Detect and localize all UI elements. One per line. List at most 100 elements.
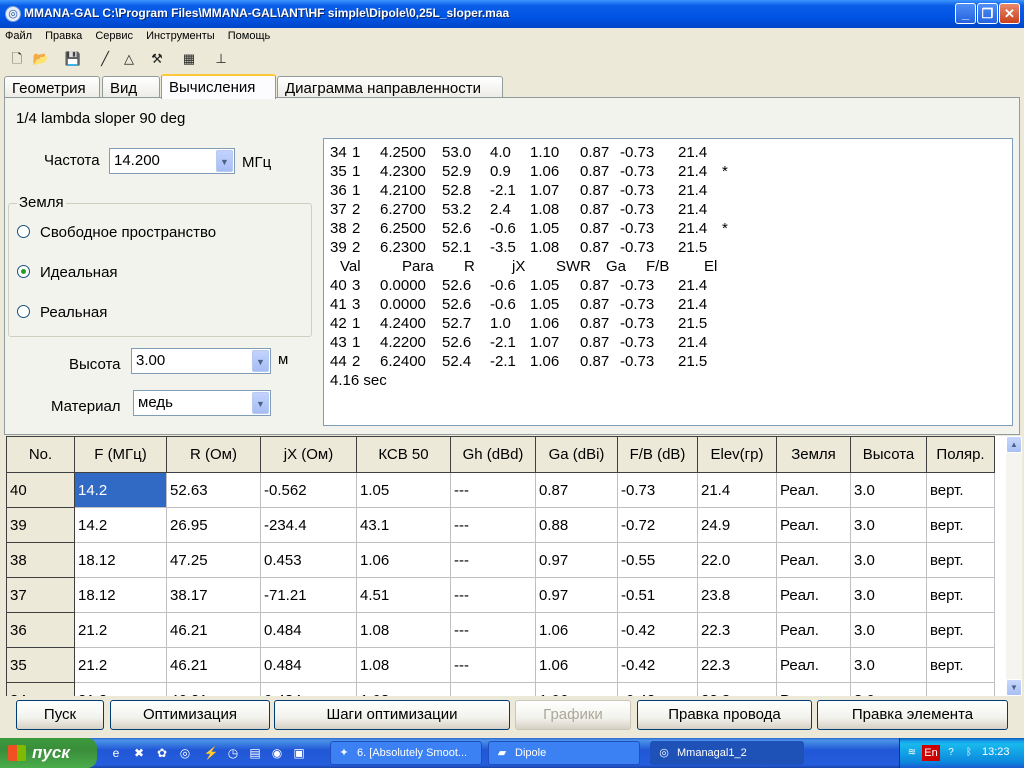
table-cell[interactable]: верт. — [926, 682, 995, 696]
table-cell[interactable]: 0.484 — [260, 682, 357, 696]
scroll-up-icon[interactable]: ▲ — [1006, 436, 1022, 453]
table-cell[interactable]: 3.0 — [850, 612, 927, 648]
graphs-button[interactable]: Графики — [515, 700, 631, 730]
column-header[interactable]: Gh (dBd) — [450, 436, 536, 473]
network-tray-icon[interactable]: ≋ — [905, 746, 919, 760]
table-cell[interactable]: 46.21 — [166, 682, 261, 696]
menu-tools[interactable]: Инструменты — [141, 28, 220, 44]
optimization-steps-button[interactable]: Шаги оптимизации — [274, 700, 510, 730]
table-cell[interactable]: 0.88 — [535, 507, 618, 543]
menu-file[interactable]: Файл — [0, 28, 37, 44]
table-row[interactable]: 3421.246.210.4841.08---1.06-0.4222.3Реал… — [6, 682, 995, 696]
table-cell[interactable]: Реал. — [776, 647, 851, 683]
table-cell[interactable]: Реал. — [776, 612, 851, 648]
clock-app-icon[interactable]: ◷ — [225, 745, 241, 761]
save-icon[interactable]: 💾 — [64, 50, 82, 68]
row-number-cell[interactable]: 38 — [6, 542, 75, 578]
msn-icon[interactable]: ✿ — [154, 745, 170, 761]
table-cell[interactable]: 3.0 — [850, 682, 927, 696]
table-cell[interactable]: 0.97 — [535, 577, 618, 613]
column-header[interactable]: jX (Ом) — [260, 436, 357, 473]
table-cell[interactable]: 22.3 — [697, 682, 777, 696]
bluetooth-icon[interactable]: ᛒ — [962, 746, 976, 760]
height-select[interactable]: 3.00 ▼ — [131, 348, 271, 374]
table-cell[interactable]: -71.21 — [260, 577, 357, 613]
table-cell[interactable]: 46.21 — [166, 647, 261, 683]
menu-service[interactable]: Сервис — [90, 28, 138, 44]
draw-line-icon[interactable]: ╱ — [96, 50, 114, 68]
table-cell[interactable]: -0.42 — [617, 682, 698, 696]
close-button[interactable]: ✕ — [999, 3, 1020, 24]
column-header[interactable]: Поляр. — [926, 436, 995, 473]
table-cell[interactable]: 18.12 — [74, 577, 167, 613]
table-cell[interactable]: Реал. — [776, 542, 851, 578]
table-cell[interactable]: 38.17 — [166, 577, 261, 613]
row-number-cell[interactable]: 36 — [6, 612, 75, 648]
column-header[interactable]: Ga (dBi) — [535, 436, 618, 473]
tab-geometry[interactable]: Геометрия — [4, 76, 100, 98]
table-cell[interactable]: -0.42 — [617, 612, 698, 648]
table-cell[interactable]: 3.0 — [850, 647, 927, 683]
task-dipole-folder[interactable]: ▰ Dipole — [488, 741, 640, 765]
menu-edit[interactable]: Правка — [40, 28, 87, 44]
edit-element-button[interactable]: Правка элемента — [817, 700, 1008, 730]
table-row[interactable]: 40 14.2 52.63 -0.562 1.05 --- 0.87 -0.73 21.4 Реа… — [6, 472, 995, 508]
table-scrollbar[interactable]: ▲ ▼ — [1006, 436, 1022, 696]
minimize-button[interactable]: _ — [955, 3, 976, 24]
results-log[interactable]: 34 1 4.2500 53.0 4.0 1.10 0.87 -0.73 21.4 35 1 4.23… — [323, 138, 1013, 426]
table-cell[interactable]: 21.2 — [74, 682, 167, 696]
table-cell[interactable]: 14.2 — [74, 472, 167, 508]
table-cell[interactable]: 1.06 — [535, 682, 618, 696]
table-cell[interactable]: -0.55 — [617, 542, 698, 578]
network-icon[interactable]: ▤ — [247, 745, 263, 761]
table-cell[interactable]: -0.42 — [617, 647, 698, 683]
radio-circle-selected[interactable] — [17, 265, 30, 278]
table-row[interactable]: 38 18.12 47.25 0.453 1.06 --- 0.97 -0.55 22.0 Реа… — [6, 542, 995, 578]
table-cell[interactable]: --- — [450, 682, 536, 696]
table-cell[interactable]: верт. — [926, 542, 995, 578]
table-cell[interactable]: 21.4 — [697, 472, 777, 508]
table-row[interactable]: 39 14.2 26.95 -234.4 43.1 --- 0.88 -0.72 24.9 Реа… — [6, 507, 995, 543]
column-header[interactable]: F (МГц) — [74, 436, 167, 473]
table-cell[interactable]: 22.3 — [697, 612, 777, 648]
column-header[interactable]: R (Ом) — [166, 436, 261, 473]
table-cell[interactable]: --- — [450, 612, 536, 648]
table-cell[interactable]: 3.0 — [850, 507, 927, 543]
row-number-cell[interactable]: 39 — [6, 507, 75, 543]
table-cell[interactable]: -0.51 — [617, 577, 698, 613]
table-cell[interactable]: 24.9 — [697, 507, 777, 543]
app-icon[interactable]: ◎ — [5, 6, 21, 22]
table-cell[interactable]: 1.08 — [356, 612, 451, 648]
table-cell[interactable]: Реал. — [776, 682, 851, 696]
table-cell[interactable]: Реал. — [776, 472, 851, 508]
ground-real-radio[interactable]: Реальная — [17, 304, 107, 321]
scroll-down-icon[interactable]: ▼ — [1006, 679, 1022, 696]
radio-circle[interactable] — [17, 225, 30, 238]
tab-calculations[interactable]: Вычисления — [161, 74, 276, 99]
app-shortcut-icon[interactable]: ▣ — [291, 745, 307, 761]
media-icon[interactable]: ◎ — [177, 745, 193, 761]
table-cell[interactable]: верт. — [926, 612, 995, 648]
task-media-player[interactable]: ✦ 6. [Absolutely Smoot... — [330, 741, 482, 765]
table-cell[interactable]: Реал. — [776, 507, 851, 543]
tab-radiation-pattern[interactable]: Диаграмма направленности — [277, 76, 503, 98]
row-number-cell[interactable]: 35 — [6, 647, 75, 683]
radio-circle[interactable] — [17, 305, 30, 318]
table-cell[interactable]: 1.06 — [535, 647, 618, 683]
table-cell[interactable]: --- — [450, 647, 536, 683]
table-cell[interactable]: 21.2 — [74, 647, 167, 683]
table-cell[interactable]: 1.08 — [356, 682, 451, 696]
table-cell[interactable]: -0.562 — [260, 472, 357, 508]
ie-icon[interactable]: e — [108, 745, 124, 761]
table-cell[interactable]: 4.51 — [356, 577, 451, 613]
table-cell[interactable]: 14.2 — [74, 507, 167, 543]
table-cell[interactable]: 1.08 — [356, 647, 451, 683]
table-cell[interactable]: --- — [450, 542, 536, 578]
table-cell[interactable]: 22.3 — [697, 647, 777, 683]
table-cell[interactable]: 3.0 — [850, 472, 927, 508]
table-cell[interactable]: 23.8 — [697, 577, 777, 613]
table-cell[interactable]: 0.87 — [535, 472, 618, 508]
table-cell[interactable]: Реал. — [776, 577, 851, 613]
triangle-icon[interactable]: △ — [120, 50, 138, 68]
column-header[interactable]: Земля — [776, 436, 851, 473]
